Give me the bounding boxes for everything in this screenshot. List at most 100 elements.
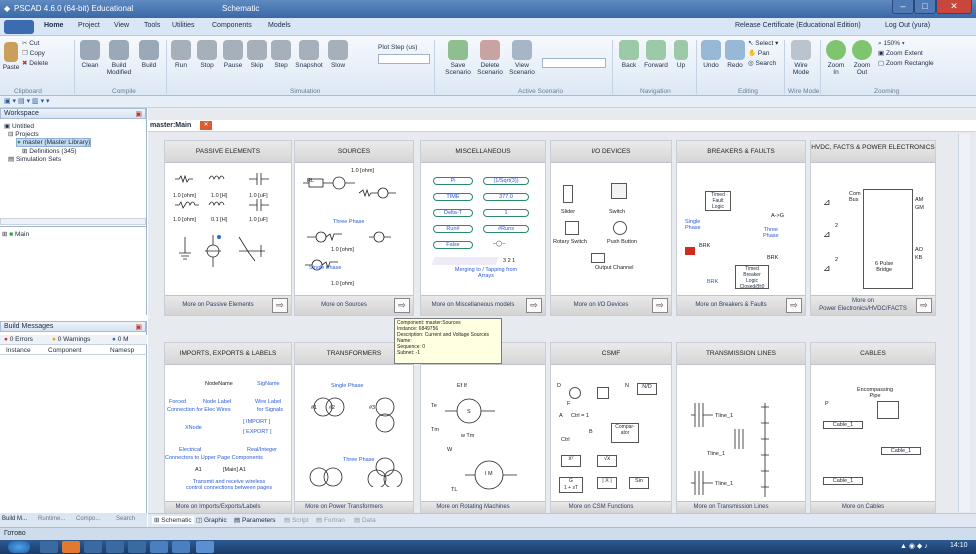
app-menu-button[interactable] [4, 20, 34, 34]
warnings-filter[interactable]: ● 0 Warnings [52, 336, 90, 343]
comparator-block[interactable]: Compar- ator [611, 423, 639, 443]
release-certificate[interactable]: Release Certificate (Educational Edition… [735, 22, 861, 29]
more-link[interactable]: More on Miscellaneous models [425, 302, 521, 308]
clean-button[interactable]: Clean [78, 40, 102, 69]
abs-block[interactable]: | X | [597, 477, 617, 489]
step-button[interactable]: Step [270, 40, 292, 69]
machine-symbols[interactable] [425, 367, 543, 497]
six-pulse-bridge-block[interactable] [863, 189, 913, 289]
arrow-right-icon[interactable]: ⇨ [272, 298, 288, 313]
more-link[interactable]: More on Cables [815, 504, 911, 510]
arrow-right-icon[interactable]: ⇨ [916, 298, 932, 313]
zoom-level-dropdown[interactable]: ⌕ 150% ▾ [878, 40, 905, 47]
more-link[interactable]: More on Power Transformers [299, 504, 389, 510]
cable-2-block[interactable]: Cable_1 [881, 447, 921, 455]
taskbar-app-icon[interactable] [40, 541, 58, 553]
array-bus-symbol[interactable] [431, 257, 499, 265]
col-component[interactable]: Component [48, 347, 82, 354]
rotary-switch-symbol[interactable] [565, 221, 579, 235]
build-modified-button[interactable]: Build Modified [104, 40, 134, 76]
menu-components[interactable]: Components [212, 22, 252, 29]
transformer-symbols[interactable] [299, 367, 411, 487]
slider-symbol[interactable] [563, 185, 573, 203]
menu-tools[interactable]: Tools [144, 22, 160, 29]
horizontal-scrollbar[interactable] [0, 218, 146, 225]
sin-block[interactable]: Sin [629, 477, 649, 489]
more-link[interactable]: More on Power Electronics/HVDC/FACTS [815, 297, 911, 313]
false-constant[interactable]: False [433, 241, 473, 249]
search-button[interactable]: ◎ Search [748, 60, 776, 67]
col-instance[interactable]: Instance [6, 347, 31, 354]
taskbar-app-icon[interactable] [150, 541, 168, 553]
tab-runtime[interactable]: Runtime... [38, 516, 65, 522]
tab-data[interactable]: ▤ Data [354, 516, 376, 524]
tree-item-master[interactable]: ● master (Master Library) [16, 138, 92, 147]
multiplier-block[interactable] [597, 387, 609, 399]
taskbar-app-icon[interactable] [172, 541, 190, 553]
plot-step-input[interactable] [378, 54, 430, 64]
minimize-button[interactable]: – [892, 0, 914, 14]
slow-button[interactable]: Slow [326, 40, 350, 69]
tab-build-messages[interactable]: Build M... [2, 516, 27, 522]
delete-button[interactable]: ✖ Delete [22, 60, 48, 67]
tree-item-simulation-sets[interactable]: ▤ Simulation Sets [8, 155, 61, 163]
more-link[interactable]: More on Transmission Lines [681, 504, 781, 510]
more-link[interactable]: More on Imports/Exports/Labels [169, 504, 267, 510]
quick-access-icons[interactable]: ▣ ▾ ▤ ▾ ▥ ▾ ▾ [4, 97, 50, 105]
run-button[interactable]: Run [170, 40, 192, 69]
back-button[interactable]: Back [618, 40, 640, 69]
build-button[interactable]: Build [138, 40, 160, 69]
delta-t-signal[interactable]: Delta-T [433, 209, 473, 217]
view-scenario-button[interactable]: View Scenario [508, 40, 536, 76]
cut-button[interactable]: ✂ Cut [22, 40, 39, 47]
tline-symbols[interactable] [681, 367, 803, 497]
redo-button[interactable]: Redo [724, 40, 746, 69]
tree-item-main[interactable]: ⊞ ■ Main [2, 230, 29, 238]
messages-filter[interactable]: ● 0 M [112, 336, 129, 343]
scenario-dropdown[interactable] [542, 58, 606, 68]
taskbar-app-icon[interactable] [106, 541, 124, 553]
real-constant[interactable]: 377.0 [483, 193, 529, 201]
lag-block[interactable]: G 1 + sT [559, 477, 583, 493]
sqrt-constant[interactable]: (1/Sqrt(3)) [483, 177, 529, 185]
arrow-right-icon[interactable]: ⇨ [526, 298, 542, 313]
errors-filter[interactable]: ● 0 Errors [4, 336, 33, 343]
menu-utilities[interactable]: Utilities [172, 22, 195, 29]
up-button[interactable]: Up [672, 40, 690, 69]
pipe-block[interactable] [877, 401, 899, 419]
forward-button[interactable]: Forward [642, 40, 670, 69]
close-button[interactable]: ✕ [936, 0, 972, 14]
pause-button[interactable]: Pause [222, 40, 244, 69]
tab-script[interactable]: ▤ Script [284, 516, 309, 524]
more-link[interactable]: More on CSM Functions [555, 504, 647, 510]
divider-block[interactable]: N/D [637, 383, 657, 395]
wire-mode-button[interactable]: Wire Mode [788, 40, 814, 76]
more-link[interactable]: More on I/O Devices [555, 302, 647, 308]
stop-button[interactable]: Stop [196, 40, 218, 69]
cable-1-block[interactable]: Cable_1 [823, 421, 863, 429]
arrow-right-icon[interactable]: ⇨ [652, 298, 668, 313]
more-link[interactable]: More on Rotating Machines [425, 504, 521, 510]
push-button-symbol[interactable] [613, 221, 627, 235]
time-signal[interactable]: TIME [433, 193, 473, 201]
delete-scenario-button[interactable]: Delete Scenario [476, 40, 504, 76]
tab-search[interactable]: Search [116, 516, 135, 522]
pi-constant[interactable]: Pi [433, 177, 473, 185]
vertical-scrollbar[interactable] [958, 134, 970, 512]
more-link[interactable]: More on Breakers & Faults [681, 302, 781, 308]
zoom-in-button[interactable]: Zoom In [824, 40, 848, 76]
tab-components[interactable]: Compo... [76, 516, 100, 522]
taskbar-pscad-icon[interactable] [196, 541, 214, 553]
switch-symbol[interactable] [611, 183, 627, 199]
timed-breaker-logic-block[interactable]: Timed Breaker Logic Closed@t0 [735, 265, 769, 290]
tree-item-definitions[interactable]: ⊞ Definitions (345) [22, 147, 77, 155]
document-tab-master-main[interactable]: master:Main [150, 122, 191, 129]
integer-constant[interactable]: 1 [483, 209, 529, 217]
igbt-icon[interactable]: ⊿ [823, 263, 831, 274]
snapshot-button[interactable]: Snapshot [294, 40, 324, 69]
more-link[interactable]: More on Sources [299, 302, 389, 308]
logout-link[interactable]: Log Out (yura) [885, 22, 930, 29]
taskbar-app-icon[interactable] [128, 541, 146, 553]
timed-fault-logic-block[interactable]: Timed Fault Logic [705, 191, 731, 211]
num-runs-signal[interactable]: #Runs [483, 225, 529, 233]
